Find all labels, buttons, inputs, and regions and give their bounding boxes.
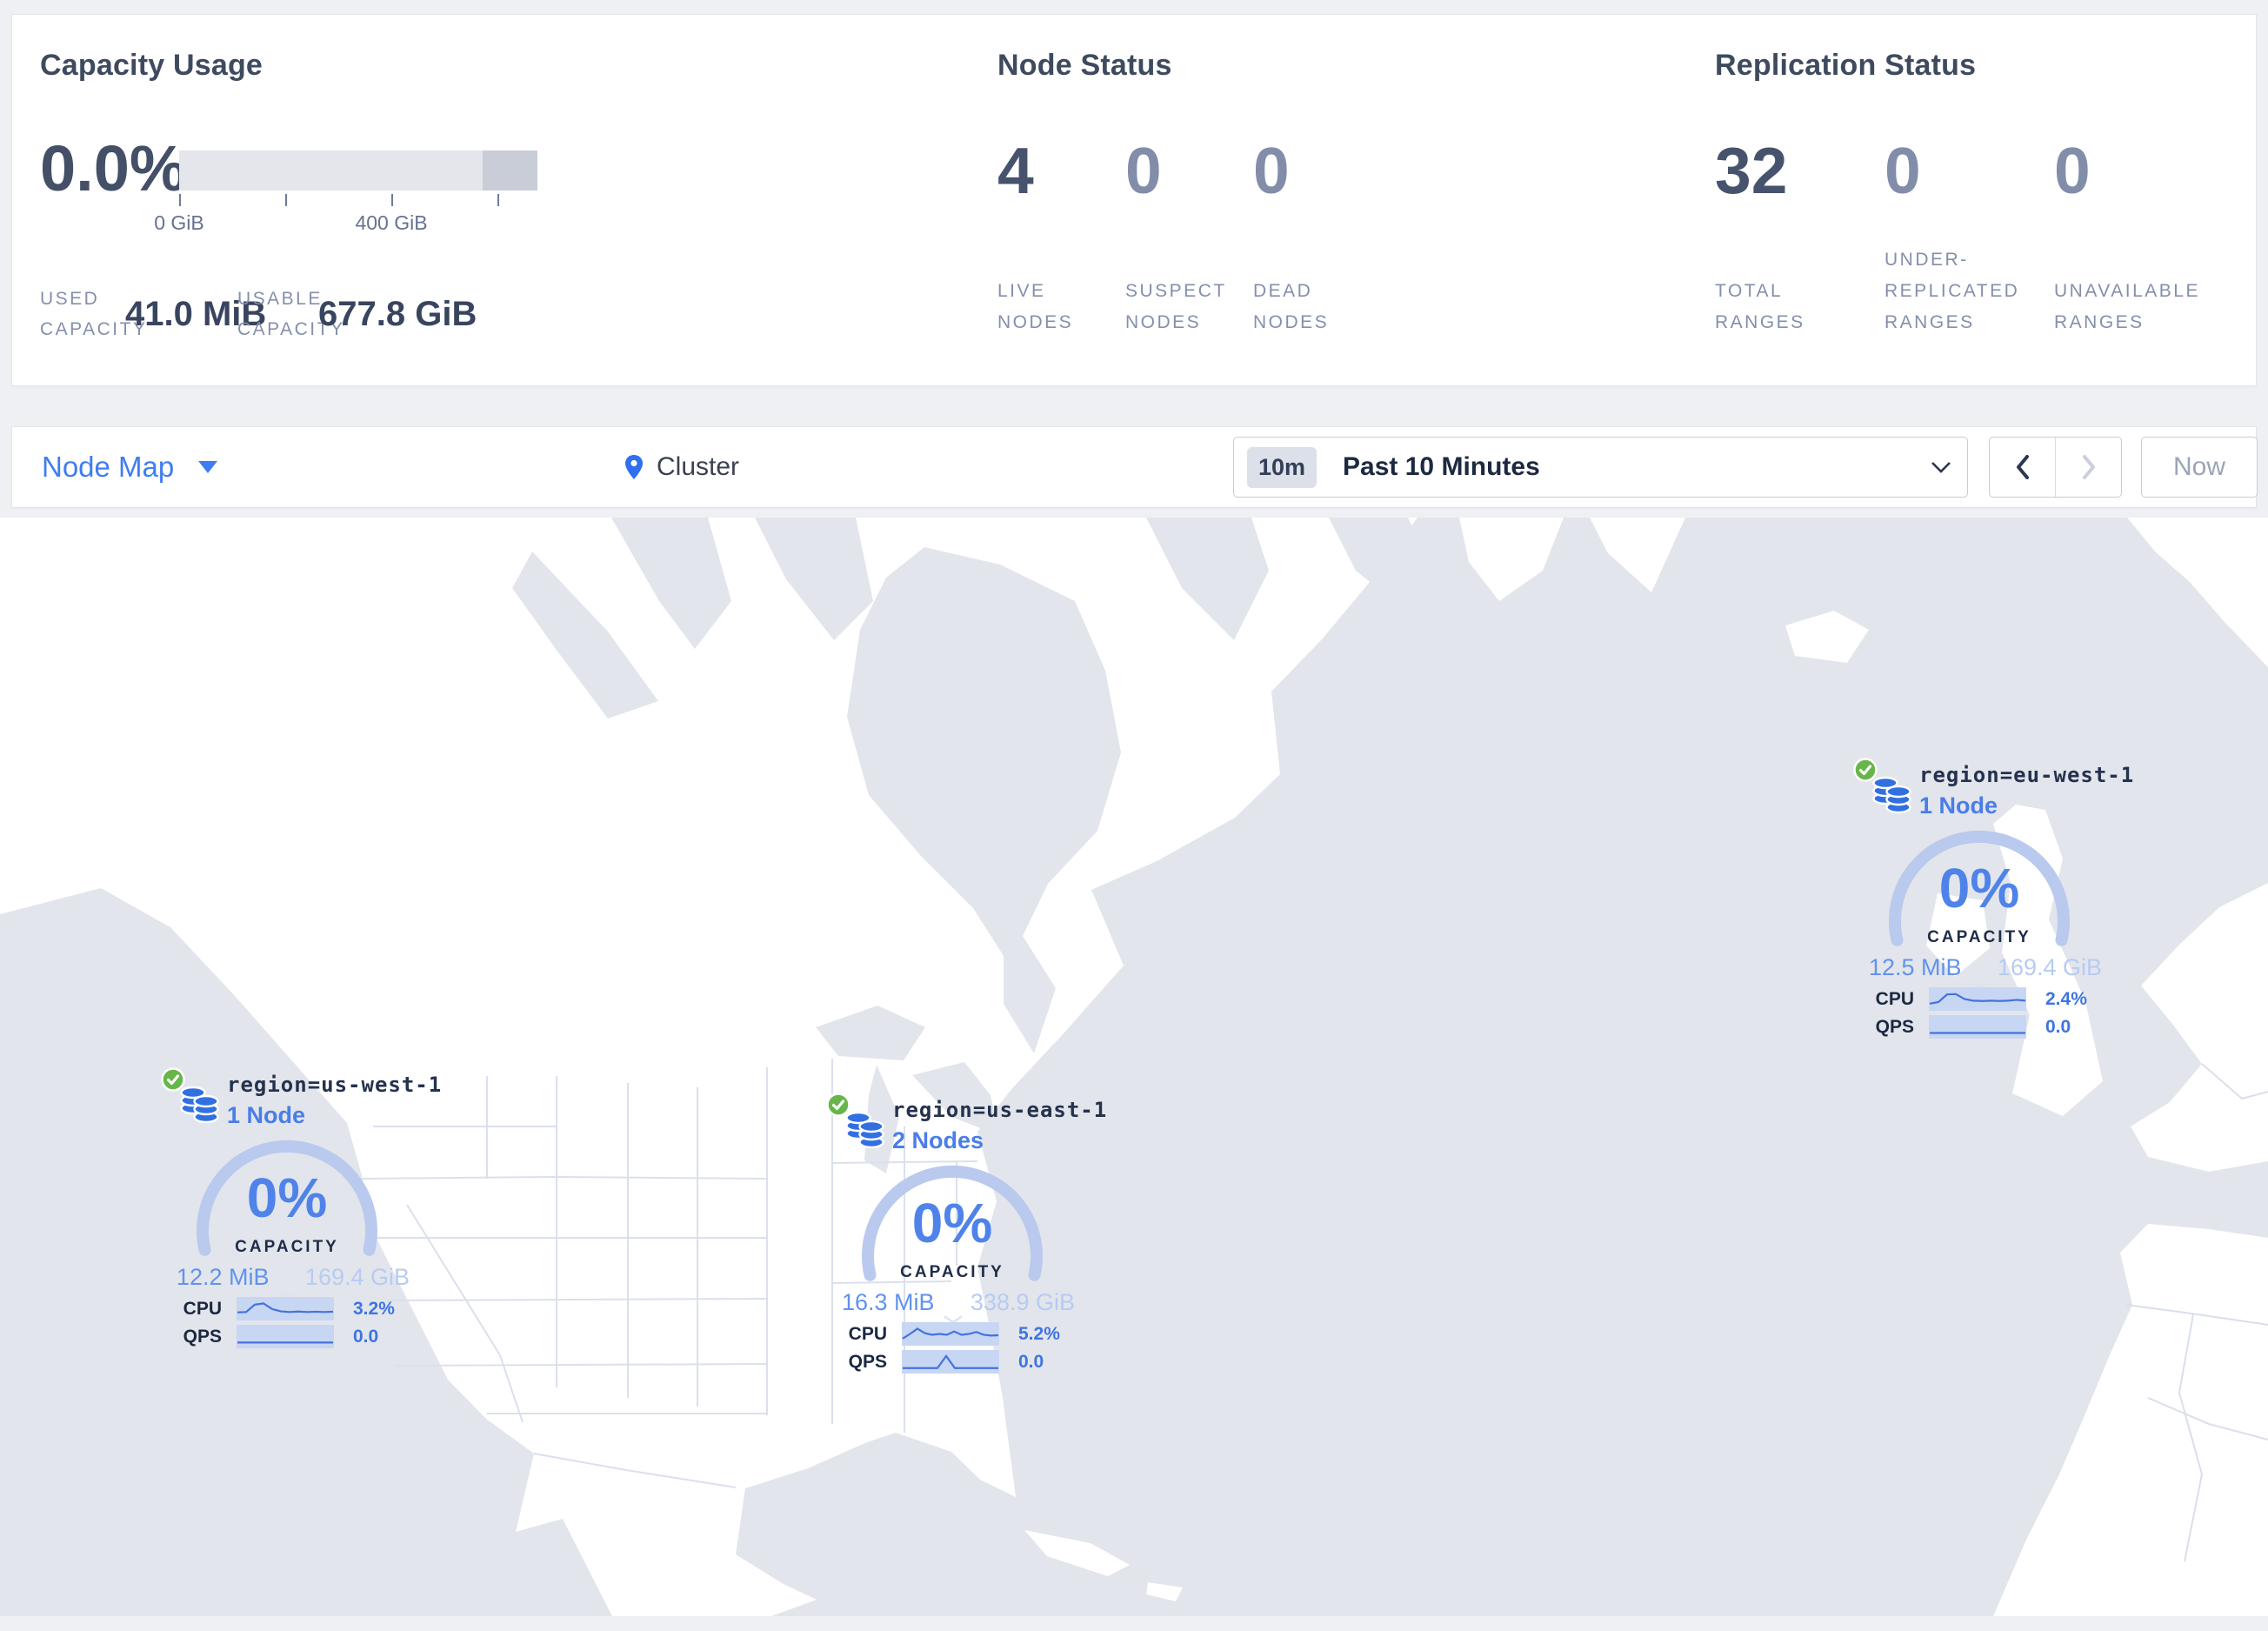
node-map: region=us-west-1 1 Node 0% CAPACITY 12.2… (0, 518, 2268, 1616)
cpu-value: 5.2% (1018, 1323, 1060, 1344)
axis-tick-label: 0 GiB (154, 211, 204, 234)
qps-label: QPS (183, 1326, 222, 1347)
time-pager (1989, 437, 2122, 498)
capacity-label: CAPACITY (900, 1263, 1004, 1281)
view-selector-label: Node Map (42, 451, 175, 483)
time-range-value: Past 10 Minutes (1343, 452, 1540, 481)
database-stack-icon (1872, 776, 1911, 814)
time-range-badge: 10m (1247, 446, 1317, 488)
axis-tick (497, 194, 499, 206)
chevron-left-icon (2016, 455, 2029, 479)
locality-marker-us-east-1[interactable]: region=us-east-1 2 Nodes 0% CAPACITY 16.… (826, 1093, 1244, 1388)
metric-column: 4 LIVE NODES (997, 138, 1125, 338)
used-capacity-value: 12.2 MiB (177, 1264, 270, 1290)
used-capacity-value: 16.3 MiB (842, 1289, 935, 1315)
sparkline-chart (237, 1297, 334, 1320)
qps-label: QPS (1875, 1016, 1914, 1037)
qps-value: 0.0 (353, 1326, 379, 1347)
capacity-percent: 0% (1938, 857, 2020, 919)
metric-label: UNAVAILABLE RANGES (2054, 281, 2200, 332)
locality-marker-eu-west-1[interactable]: region=eu-west-1 1 Node 0% CAPACITY 12.5… (1853, 758, 2268, 1053)
capacity-bar-axis: 0 GiB 400 GiB (154, 194, 537, 246)
time-range-select[interactable]: 10m Past 10 Minutes (1233, 437, 1968, 498)
capacity-usage-percent: 0.0% (40, 132, 187, 204)
cpu-value: 3.2% (353, 1298, 395, 1319)
capacity-percent: 0% (246, 1166, 328, 1229)
region-label: region=eu-west-1 (1919, 763, 2135, 787)
time-forward-button[interactable] (2055, 438, 2121, 497)
region-label: region=us-west-1 (227, 1073, 443, 1097)
qps-value: 0.0 (1018, 1351, 1044, 1372)
chevron-down-icon (198, 461, 218, 473)
metric-label: TOTAL RANGES (1715, 281, 1805, 332)
now-button[interactable]: Now (2141, 437, 2258, 498)
breadcrumb-label: Cluster (657, 452, 740, 481)
metric-value: 0 (1253, 134, 1290, 207)
axis-tick (285, 194, 287, 206)
cpu-label: CPU (183, 1298, 222, 1319)
capacity-label: CAPACITY (235, 1238, 339, 1256)
view-selector-dropdown[interactable]: Node Map (42, 427, 218, 507)
capacity-label: CAPACITY (1927, 928, 2031, 946)
metric-column: 0 DEAD NODES (1253, 138, 1381, 338)
map-toolbar: Node Map Cluster 10m Past 10 Minutes Now (11, 426, 2258, 508)
node-count-label: 1 Node (1919, 792, 1998, 819)
node-status-title: Node Status (997, 49, 1172, 82)
capacity-usage-bar (179, 150, 537, 191)
cpu-value: 2.4% (2045, 988, 2087, 1009)
sparkline-chart (1929, 1015, 2026, 1039)
total-capacity-value: 338.9 GiB (970, 1289, 1075, 1315)
cpu-label: CPU (1875, 988, 1914, 1009)
axis-tick (179, 194, 181, 206)
chevron-down-icon (1931, 462, 1951, 473)
metric-label: SUSPECT NODES (1125, 281, 1227, 332)
metric-column: 0 SUSPECT NODES (1125, 138, 1253, 338)
node-count-label: 1 Node (227, 1102, 306, 1128)
axis-tick-label: 400 GiB (355, 211, 428, 234)
sparkline-chart (237, 1325, 334, 1348)
locality-marker-us-west-1[interactable]: region=us-west-1 1 Node 0% CAPACITY 12.2… (161, 1067, 578, 1363)
database-stack-icon (180, 1086, 219, 1124)
chevron-right-icon (2082, 455, 2095, 479)
capacity-percent: 0% (911, 1192, 993, 1254)
metric-value: 32 (1715, 134, 1788, 207)
database-stack-icon (845, 1111, 884, 1149)
total-capacity-value: 169.4 GiB (304, 1264, 410, 1290)
metric-value: 0 (2054, 134, 2091, 207)
time-back-button[interactable] (1990, 438, 2055, 497)
usable-capacity-value: 677.8 GiB (318, 295, 477, 333)
node-status-metrics: 4 LIVE NODES 0 SUSPECT NODES 0 DEAD NODES (997, 138, 1381, 338)
map-pin-icon (625, 455, 643, 479)
metric-column: 0 UNDER-REPLICATED RANGES (1884, 138, 2054, 338)
sparkline-chart (902, 1322, 999, 1346)
axis-tick (391, 194, 393, 206)
sparkline-chart (902, 1350, 999, 1374)
metric-label: UNDER-REPLICATED RANGES (1884, 250, 2020, 332)
metric-value: 0 (1884, 134, 1921, 207)
qps-value: 0.0 (2045, 1016, 2071, 1037)
metric-label: DEAD NODES (1253, 281, 1330, 332)
breadcrumb[interactable]: Cluster (624, 427, 739, 507)
metric-value: 0 (1125, 134, 1162, 207)
now-button-label: Now (2172, 452, 2225, 481)
metric-column: 0 UNAVAILABLE RANGES (2054, 138, 2224, 338)
capacity-usage-title: Capacity Usage (40, 49, 263, 82)
replication-status-title: Replication Status (1715, 49, 1977, 82)
total-capacity-value: 169.4 GiB (1997, 954, 2102, 980)
region-label: region=us-east-1 (892, 1098, 1108, 1122)
metric-label: LIVE NODES (997, 281, 1074, 332)
qps-label: QPS (848, 1351, 887, 1372)
metric-value: 4 (997, 134, 1034, 207)
node-count-label: 2 Nodes (892, 1127, 984, 1153)
metric-column: 32 TOTAL RANGES (1715, 138, 1884, 338)
cpu-label: CPU (848, 1323, 887, 1344)
used-capacity-value: 12.5 MiB (1869, 954, 1962, 980)
replication-status-metrics: 32 TOTAL RANGES 0 UNDER-REPLICATED RANGES 0 U… (1715, 138, 2224, 338)
sparkline-chart (1929, 987, 2026, 1011)
capacity-bar-dark-segment (483, 150, 537, 191)
cluster-summary-card: Capacity Usage 0.0% 0 GiB 400 GiB USED CA… (11, 14, 2257, 386)
